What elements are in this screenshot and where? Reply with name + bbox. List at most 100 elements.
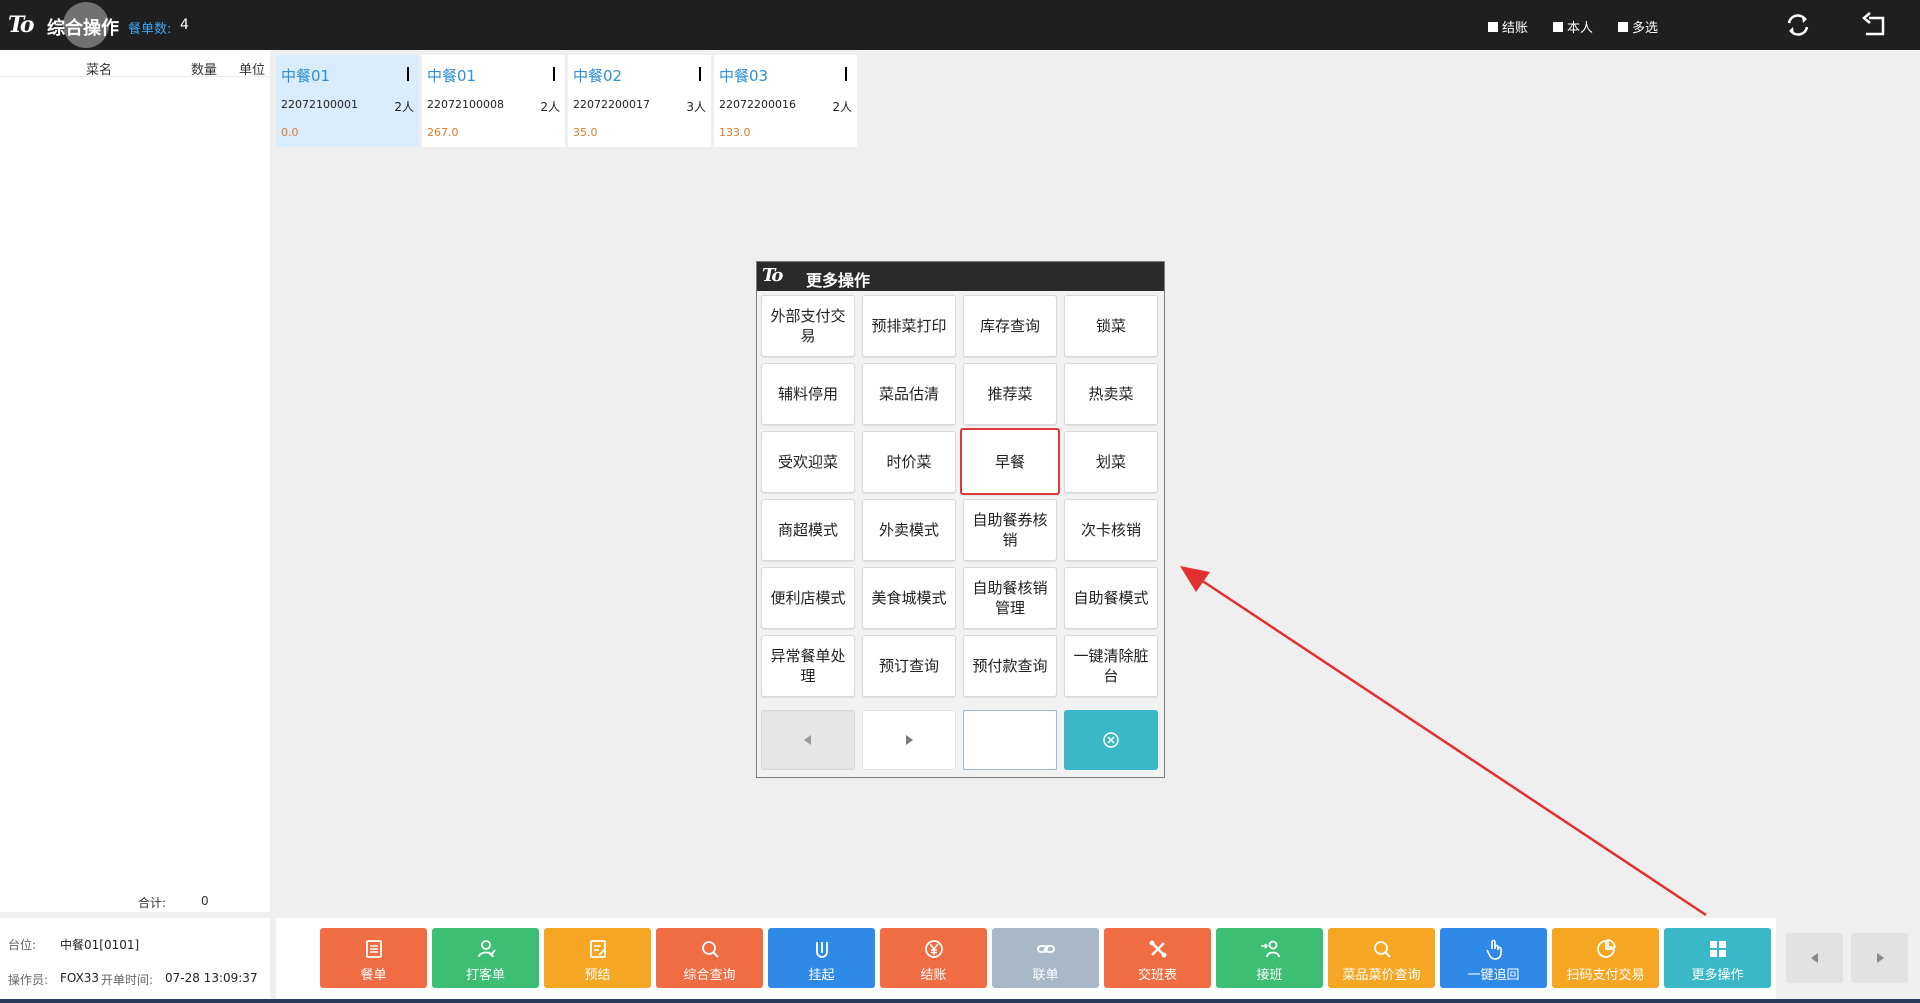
close-dialog-button[interactable]	[1064, 710, 1158, 770]
toolbar-button-label: 挂起	[808, 968, 835, 983]
toolbar-next-button[interactable]	[1851, 933, 1908, 983]
op-button-clear-dirty-tables[interactable]: 一键清除脏台	[1064, 635, 1158, 697]
toolbar-button-label: 更多操作	[1691, 968, 1744, 983]
one-key-recall-button[interactable]: 一键追回	[1440, 928, 1547, 988]
triangle-right-icon	[906, 735, 913, 745]
return-icon[interactable]	[1861, 10, 1891, 40]
self-checkbox[interactable]: 本人	[1553, 17, 1593, 36]
print-bill-button[interactable]: 打客单	[432, 928, 539, 988]
take-shift-button[interactable]: 接班	[1216, 928, 1323, 988]
dialog-header: To 更多操作	[757, 262, 1164, 291]
next-page-button[interactable]	[862, 710, 956, 770]
page-title: 综合操作	[47, 18, 119, 39]
dish-price-query-button[interactable]: 菜品菜价查询	[1328, 928, 1435, 988]
search-icon	[1328, 938, 1435, 960]
hang-up-button[interactable]: 挂起	[768, 928, 875, 988]
order-table-name: 中餐01	[281, 67, 331, 85]
order-count-value: 4	[180, 17, 189, 33]
checkbox-box[interactable]	[1618, 21, 1628, 32]
yen-icon	[880, 938, 987, 960]
toolbar-button-label: 接班	[1256, 968, 1283, 983]
order-status-bar	[407, 67, 409, 81]
triangle-left-icon	[1810, 953, 1818, 963]
op-button-popular[interactable]: 受欢迎菜	[761, 431, 855, 493]
op-button-prepay-query[interactable]: 预付款查询	[963, 635, 1057, 697]
checkbox-box[interactable]	[1488, 21, 1498, 32]
app-logo: To	[8, 12, 34, 38]
join-orders-button[interactable]: 联单	[992, 928, 1099, 988]
dialog-title: 更多操作	[806, 271, 871, 290]
order-status-bar	[553, 67, 555, 81]
shift-report-button[interactable]: 交班表	[1104, 928, 1211, 988]
op-button-buffet-mode[interactable]: 自助餐模式	[1064, 567, 1158, 629]
order-card[interactable]: 中餐01 22072100008 2人 267.0	[422, 55, 565, 147]
triangle-left-icon	[804, 735, 811, 745]
total-value: 0	[201, 894, 209, 908]
link-icon	[992, 938, 1099, 960]
order-amount: 0.0	[281, 126, 299, 139]
order-card[interactable]: 中餐01 22072100001 2人 0.0	[276, 55, 419, 147]
refresh-icon[interactable]	[1783, 10, 1813, 40]
general-query-button[interactable]: 综合查询	[656, 928, 763, 988]
op-button-convenience-mode[interactable]: 便利店模式	[761, 567, 855, 629]
op-button-takeout-mode[interactable]: 外卖模式	[862, 499, 956, 561]
order-table-name: 中餐02	[573, 67, 623, 85]
toolbar-prev-button[interactable]	[1786, 933, 1843, 983]
page-number-input[interactable]	[963, 710, 1057, 770]
list-icon	[320, 938, 427, 960]
op-button-external-payment[interactable]: 外部支付交易	[761, 295, 855, 357]
more-operations-button[interactable]: 更多操作	[1664, 928, 1771, 988]
op-button-disable-ingredient[interactable]: 辅料停用	[761, 363, 855, 425]
bottom-edge	[0, 999, 1920, 1003]
operator-label: 操作员:	[8, 973, 49, 987]
op-button-supermarket-mode[interactable]: 商超模式	[761, 499, 855, 561]
op-button-market-price[interactable]: 时价菜	[862, 431, 956, 493]
table-value: 中餐01[0101]	[60, 938, 140, 952]
order-number: 22072100008	[427, 98, 504, 111]
op-button-hot-sale[interactable]: 热卖菜	[1064, 363, 1158, 425]
order-list-button[interactable]: 餐单	[320, 928, 427, 988]
total-label: 合计:	[138, 896, 167, 910]
table-label: 台位:	[8, 938, 37, 952]
op-button-reservation-query[interactable]: 预订查询	[862, 635, 956, 697]
checkbox-box[interactable]	[1553, 21, 1563, 32]
checkbox-label: 本人	[1567, 21, 1594, 36]
op-button-strike-dish[interactable]: 划菜	[1064, 431, 1158, 493]
scan-pay-button[interactable]: 扫码支付交易	[1552, 928, 1659, 988]
divider	[0, 76, 270, 77]
op-button-food-court-mode[interactable]: 美食城模式	[862, 567, 956, 629]
checkout-button[interactable]: 结账	[880, 928, 987, 988]
op-button-stock-query[interactable]: 库存查询	[963, 295, 1057, 357]
pre-settle-button[interactable]: 预结	[544, 928, 651, 988]
operator-value: FOX33	[60, 971, 100, 985]
checkout-checkbox[interactable]: 结账	[1488, 17, 1528, 36]
op-button-recommended[interactable]: 推荐菜	[963, 363, 1057, 425]
op-button-lock-dish[interactable]: 锁菜	[1064, 295, 1158, 357]
order-card[interactable]: 中餐02 22072200017 3人 35.0	[568, 55, 711, 147]
order-people: 2人	[394, 100, 414, 114]
op-button-sold-out[interactable]: 菜品估清	[862, 363, 956, 425]
toolbar-button-label: 预结	[584, 968, 611, 983]
op-button-punch-card[interactable]: 次卡核销	[1064, 499, 1158, 561]
grid-icon	[1664, 938, 1771, 960]
order-number: 22072200016	[719, 98, 796, 111]
close-circle-icon	[1103, 732, 1119, 748]
tools-icon	[1104, 938, 1211, 960]
op-button-buffet-voucher[interactable]: 自助餐券核销	[963, 499, 1057, 561]
order-people: 3人	[686, 100, 706, 114]
op-button-abnormal-order[interactable]: 异常餐单处理	[761, 635, 855, 697]
search-icon	[656, 938, 763, 960]
multi-select-checkbox[interactable]: 多选	[1618, 17, 1658, 36]
toolbar-button-label: 结账	[920, 968, 947, 983]
order-info-panel: 台位: 中餐01[0101] 操作员: FOX33 开单时间: 07-28 13…	[0, 918, 270, 1003]
toolbar-button-label: 综合查询	[683, 968, 736, 983]
op-button-breakfast[interactable]: 早餐	[960, 428, 1060, 495]
order-card[interactable]: 中餐03 22072200016 2人 133.0	[714, 55, 857, 147]
order-number: 22072100001	[281, 98, 358, 111]
prev-page-button[interactable]	[761, 710, 855, 770]
op-button-prearrange-print[interactable]: 预排菜打印	[862, 295, 956, 357]
op-button-buffet-manage[interactable]: 自助餐核销管理	[963, 567, 1057, 629]
toolbar-button-label: 联单	[1032, 968, 1059, 983]
dialog-logo: To	[762, 265, 783, 286]
checkbox-label: 结账	[1502, 21, 1529, 36]
